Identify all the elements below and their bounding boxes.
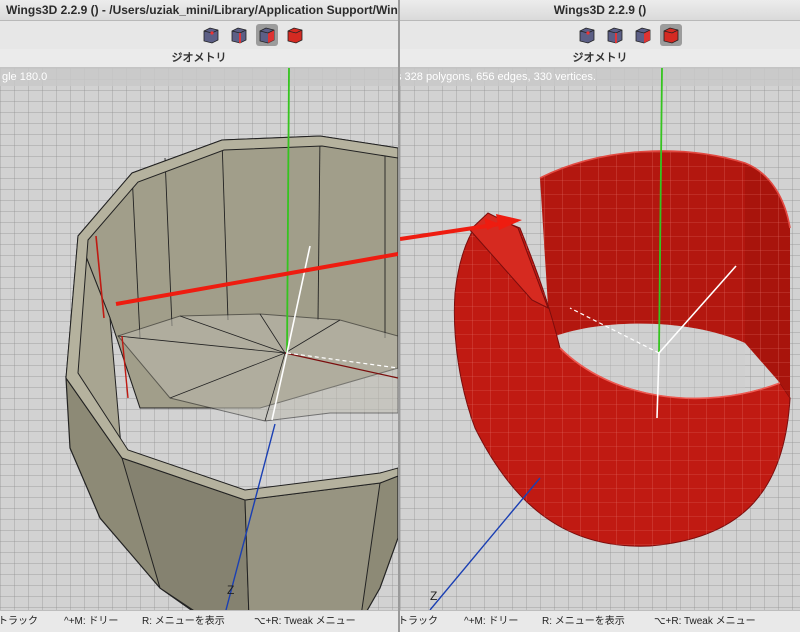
toolbar: [0, 21, 398, 49]
window-title: Wings3D 2.2.9 () - /Users/uziak_mini/Lib…: [6, 3, 398, 17]
hint-show-menu: R: メニューを表示: [142, 616, 225, 627]
vertex-mode-button[interactable]: [200, 24, 222, 46]
geometry-label: ジオメトリ: [400, 49, 800, 68]
vertex-mode-icon: [579, 27, 595, 44]
viewport-scene: [400, 68, 800, 610]
viewport-scene: [0, 68, 398, 610]
edge-mode-icon: [231, 27, 247, 44]
body-mode-button[interactable]: [660, 24, 682, 46]
hint-tweak-menu: ⌥+R: Tweak メニュー: [654, 616, 756, 627]
edge-mode-button[interactable]: [228, 24, 250, 46]
z-axis-label: Z: [227, 583, 235, 597]
status-text: gle 180.0: [2, 71, 48, 83]
body-mode-icon: [287, 27, 303, 44]
hint-tweak-menu: ⌥+R: Tweak メニュー: [254, 616, 356, 627]
toolbar: [400, 21, 800, 49]
face-mode-button[interactable]: [632, 24, 654, 46]
hint-show-menu: R: メニューを表示: [542, 616, 625, 627]
left-window: Wings3D 2.2.9 () - /Users/uziak_mini/Lib…: [0, 0, 398, 632]
3d-viewport[interactable]: s 328 polygons, 656 edges, 330 vertices.…: [400, 68, 800, 610]
info-bar: トラック ^+M: ドリー R: メニューを表示 ⌥+R: Tweak メニュー: [400, 610, 800, 632]
info-bar: トラック ^+M: ドリー R: メニューを表示 ⌥+R: Tweak メニュー: [0, 610, 398, 632]
selection-mode-group: [576, 24, 682, 46]
right-window: Wings3D 2.2.9 () ジオメトリ s 328 polygons, 6…: [400, 0, 800, 632]
edge-mode-button[interactable]: [604, 24, 626, 46]
vertex-mode-icon: [203, 27, 219, 44]
selection-mode-group: [200, 24, 306, 46]
status-text: s 328 polygons, 656 edges, 330 vertices.: [400, 71, 596, 83]
3d-viewport[interactable]: gle 180.0 Z: [0, 68, 398, 610]
body-mode-button[interactable]: [284, 24, 306, 46]
geometry-label: ジオメトリ: [0, 49, 398, 68]
hint-track: トラック: [400, 616, 438, 627]
hint-dolly: ^+M: ドリー: [464, 616, 519, 627]
face-mode-icon: [635, 27, 651, 44]
title-bar[interactable]: Wings3D 2.2.9 () - /Users/uziak_mini/Lib…: [0, 0, 398, 21]
edge-mode-icon: [607, 27, 623, 44]
body-mode-icon: [663, 27, 679, 44]
z-axis-label: Z: [430, 589, 438, 603]
face-mode-icon: [259, 27, 275, 44]
hint-dolly: ^+M: ドリー: [64, 616, 119, 627]
window-title: Wings3D 2.2.9 (): [553, 3, 647, 17]
face-mode-button[interactable]: [256, 24, 278, 46]
hint-track: トラック: [0, 616, 38, 627]
title-bar[interactable]: Wings3D 2.2.9 (): [400, 0, 800, 21]
vertex-mode-button[interactable]: [576, 24, 598, 46]
